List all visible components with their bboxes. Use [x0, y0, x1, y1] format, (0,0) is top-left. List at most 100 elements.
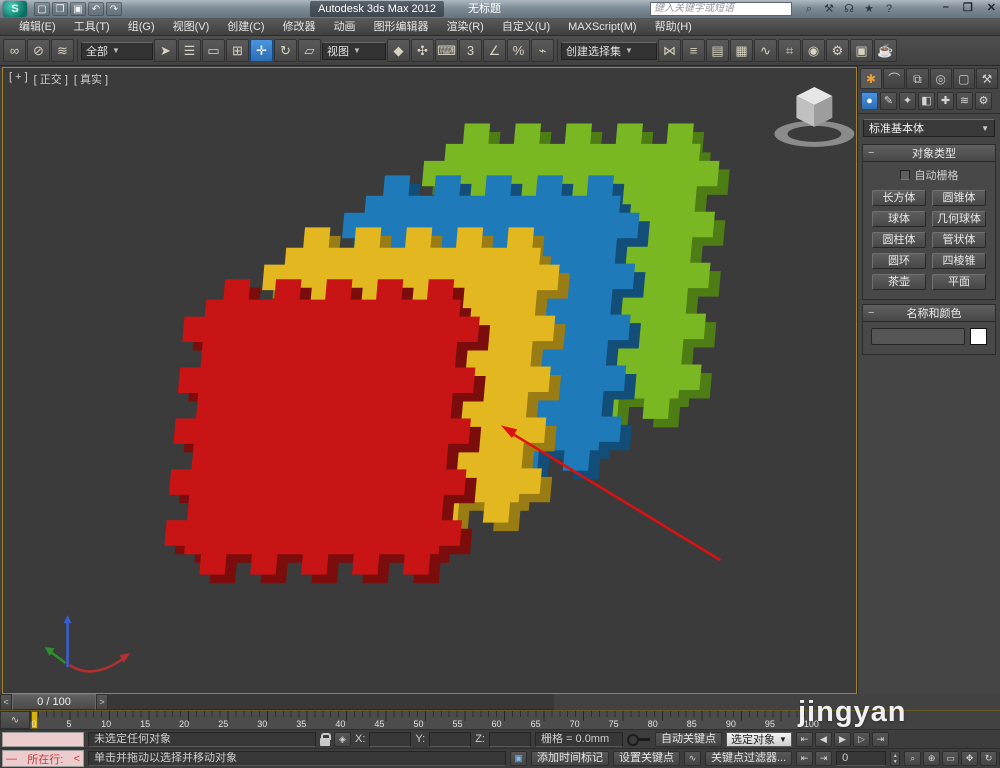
selection-lock-icon[interactable] — [320, 738, 330, 746]
tab-hierarchy[interactable]: ⧉ — [906, 68, 928, 89]
previous-key-button[interactable]: ⇤ — [796, 751, 813, 766]
auto-key-button[interactable]: 自动关键点 — [655, 732, 722, 747]
subtab-space-warps[interactable]: ≋ — [956, 92, 973, 110]
absolute-offset-toggle-icon[interactable]: ◈ — [334, 732, 351, 747]
menu-item[interactable]: 帮助(H) — [646, 18, 701, 36]
object-type-button[interactable]: 四棱锥 — [932, 253, 986, 269]
object-type-button[interactable]: 管状体 — [932, 232, 986, 248]
puzzle-plate-red[interactable] — [161, 279, 494, 583]
tab-utilities[interactable]: ⚒ — [976, 68, 998, 89]
layer-manager-icon[interactable]: ▤ — [706, 39, 729, 62]
subtab-systems[interactable]: ⚙ — [975, 92, 992, 110]
menu-item[interactable]: 工具(T) — [65, 18, 119, 36]
go-to-start-button[interactable]: ⇤ — [796, 732, 813, 747]
redo-icon[interactable]: ↷ — [106, 2, 122, 16]
menu-item[interactable]: 创建(C) — [218, 18, 273, 36]
zoom-extents-icon[interactable]: ⊕ — [923, 751, 940, 766]
track-bar-ruler[interactable]: 0510152025303540455055606570758085909510… — [30, 711, 820, 729]
tab-display[interactable]: ▢ — [953, 68, 975, 89]
named-selection-sets-dropdown[interactable]: 创建选择集▼ — [561, 42, 657, 60]
set-keys-icon[interactable] — [627, 733, 651, 745]
rendered-frame-icon[interactable]: ▣ — [850, 39, 873, 62]
key-filter-dropdown[interactable]: 选定对象 ▼ — [726, 732, 792, 747]
percent-snap-icon[interactable]: % — [507, 39, 530, 62]
spinner-snap-icon[interactable]: ⌁ — [531, 39, 554, 62]
next-key-button[interactable]: ⇥ — [815, 751, 832, 766]
save-file-icon[interactable]: ▣ — [70, 2, 86, 16]
zoom-region-icon[interactable]: ▭ — [942, 751, 959, 766]
select-by-name-icon[interactable]: ☰ — [178, 39, 201, 62]
menu-item[interactable]: MAXScript(M) — [559, 18, 645, 36]
rollout-header[interactable]: − 名称和颜色 — [863, 305, 995, 322]
select-and-rotate-icon[interactable]: ↻ — [274, 39, 297, 62]
render-setup-icon[interactable]: ⚙ — [826, 39, 849, 62]
mirror-icon[interactable]: ⋈ — [658, 39, 681, 62]
help-icon[interactable]: ? — [880, 1, 898, 17]
object-type-button[interactable]: 长方体 — [872, 190, 926, 206]
select-and-scale-icon[interactable]: ▱ — [298, 39, 321, 62]
current-frame-field[interactable]: 0 — [836, 751, 886, 766]
schematic-view-icon[interactable]: ⌗ — [778, 39, 801, 62]
subtab-lights[interactable]: ✦ — [899, 92, 916, 110]
maximize-button[interactable]: ❐ — [963, 1, 973, 14]
play-button[interactable]: ▶ — [834, 732, 851, 747]
x-coordinate-field[interactable] — [369, 732, 411, 747]
menu-item[interactable]: 编辑(E) — [10, 18, 65, 36]
time-tag-icon[interactable]: ▣ — [510, 751, 527, 766]
viewport[interactable]: [ + ] [ 正交 ] [ 真实 ] — [2, 67, 857, 694]
tab-create[interactable]: ✱ — [860, 68, 882, 89]
z-coordinate-field[interactable] — [489, 732, 531, 747]
pan-icon[interactable]: ✥ — [961, 751, 978, 766]
use-pivot-center-icon[interactable]: ◆ — [387, 39, 410, 62]
undo-icon[interactable]: ↶ — [88, 2, 104, 16]
key-filters-button[interactable]: 关键点过滤器... — [705, 751, 792, 766]
add-time-tag-button[interactable]: 添加时间标记 — [531, 751, 609, 766]
tab-motion[interactable]: ◎ — [930, 68, 952, 89]
selection-region-icon[interactable]: ▭ — [202, 39, 225, 62]
y-coordinate-field[interactable] — [429, 732, 471, 747]
mini-curve-editor-button[interactable]: ∿ — [0, 711, 30, 729]
select-and-manipulate-icon[interactable]: ✣ — [411, 39, 434, 62]
new-key-mode-icon[interactable]: ∿ — [684, 751, 701, 766]
tab-modify[interactable]: ⌒ — [883, 68, 905, 89]
zoom-icon[interactable]: ⌕ — [904, 751, 921, 766]
favorites-icon[interactable]: ★ — [860, 1, 878, 17]
menu-item[interactable]: 视图(V) — [164, 18, 219, 36]
curve-editor-icon[interactable]: ∿ — [754, 39, 777, 62]
angle-snap-icon[interactable]: ∠ — [483, 39, 506, 62]
infocenter-search-input[interactable]: 键入关键字或短语 — [650, 2, 792, 16]
menu-item[interactable]: 自定义(U) — [493, 18, 559, 36]
subtab-cameras[interactable]: ◧ — [918, 92, 935, 110]
menu-item[interactable]: 组(G) — [119, 18, 164, 36]
subtab-shapes[interactable]: ✎ — [880, 92, 897, 110]
go-to-end-button[interactable]: ⇥ — [872, 732, 889, 747]
open-file-icon[interactable]: ❐ — [52, 2, 68, 16]
object-type-button[interactable]: 圆环 — [872, 253, 926, 269]
window-crossing-icon[interactable]: ⊞ — [226, 39, 249, 62]
autogrid-checkbox[interactable] — [900, 170, 910, 180]
maxscript-listener-label[interactable]: — 所在行: < — [2, 750, 84, 767]
orbit-icon[interactable]: ↻ — [980, 751, 997, 766]
time-slider-handle[interactable]: 0 / 100 — [12, 694, 96, 710]
bind-to-space-warp-icon[interactable]: ≋ — [51, 39, 74, 62]
object-type-button[interactable]: 球体 — [872, 211, 926, 227]
graphite-ribbon-icon[interactable]: ▦ — [730, 39, 753, 62]
viewport-menu-view[interactable]: [ 正交 ] — [34, 71, 68, 87]
object-type-button[interactable]: 圆锥体 — [932, 190, 986, 206]
previous-frame-arrow[interactable]: < — [0, 694, 12, 710]
render-production-icon[interactable]: ☕ — [874, 39, 897, 62]
viewport-menu-shading[interactable]: [ 真实 ] — [74, 71, 108, 87]
viewcube[interactable] — [774, 87, 854, 147]
communication-center-icon[interactable]: ☊ — [840, 1, 858, 17]
app-logo-icon[interactable]: S — [3, 1, 27, 17]
reference-coordinate-dropdown[interactable]: 视图▼ — [322, 42, 386, 60]
object-type-button[interactable]: 圆柱体 — [872, 232, 926, 248]
frame-spinner[interactable]: ▲▼ — [890, 751, 900, 766]
rollout-header[interactable]: − 对象类型 — [863, 145, 995, 162]
menu-item[interactable]: 图形编辑器 — [365, 18, 438, 36]
menu-item[interactable]: 动画 — [325, 18, 365, 36]
infocenter-search-icon[interactable]: ⌕ — [800, 1, 818, 17]
material-editor-icon[interactable]: ◉ — [802, 39, 825, 62]
viewport-menu-plus[interactable]: [ + ] — [9, 71, 28, 87]
subscription-center-icon[interactable]: ⚒ — [820, 1, 838, 17]
